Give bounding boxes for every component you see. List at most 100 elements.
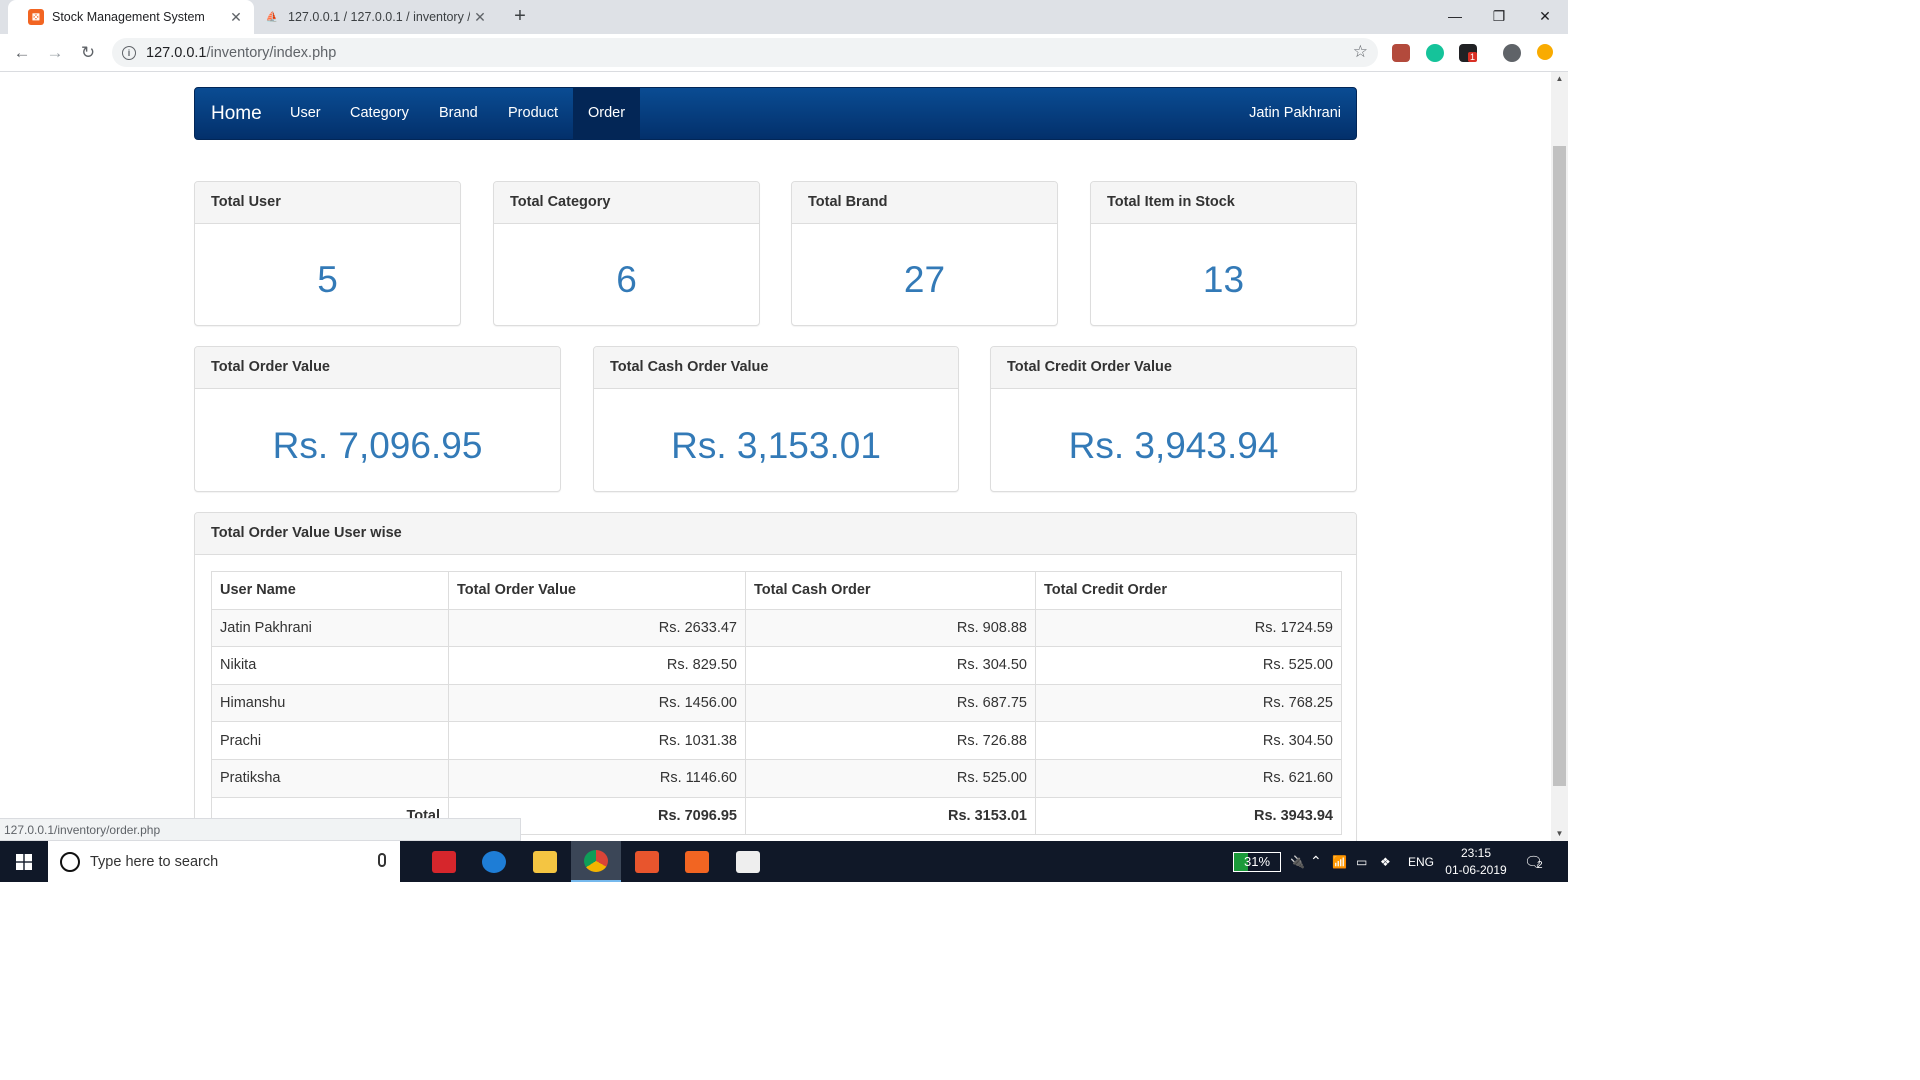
cell-user-name: Nikita	[211, 646, 449, 685]
xampp-favicon-icon: ⊠	[28, 9, 44, 25]
browser-tab-strip: ⊠ Stock Management System ✕ ⛵ 127.0.0.1 …	[0, 0, 1568, 34]
taskbar-app-sublime[interactable]	[622, 841, 672, 882]
nav-order-link[interactable]: Order	[573, 88, 641, 139]
site-info-icon[interactable]: i	[122, 45, 136, 60]
cell-user-name: Himanshu	[211, 683, 449, 723]
clapperboard-app-icon	[736, 850, 760, 873]
nav-home-link[interactable]: Home	[211, 103, 262, 125]
tab-close-icon[interactable]: ✕	[226, 9, 246, 26]
panel-value: Rs. 3,943.94	[1068, 425, 1279, 466]
cell-total-order: Rs. 1456.00	[448, 683, 746, 723]
total-credit-sum: Rs. 3943.94	[1035, 796, 1342, 836]
show-hidden-icons-chevron-icon[interactable]: ⌃	[1310, 841, 1322, 882]
microphone-icon[interactable]	[378, 853, 386, 867]
action-center-icon[interactable]: 🗨 2	[1524, 841, 1543, 882]
tab-stock-management[interactable]: ⊠ Stock Management System ✕	[8, 0, 254, 34]
cell-user-name: Pratiksha	[211, 758, 449, 798]
windows-logo-icon	[16, 853, 32, 870]
total-brand-panel: Total Brand 27	[791, 181, 1058, 326]
panel-heading: Total Order Value User wise	[195, 513, 1356, 555]
bookmark-star-icon[interactable]: ☆	[1353, 42, 1368, 62]
windows-taskbar: Type here to search 31% 🔌 ⌃ 📶 ▭ ❖ ENG 23…	[0, 841, 1568, 882]
total-credit-order-value-panel: Total Credit Order Value Rs. 3,943.94	[990, 346, 1357, 492]
taskbar-app-file-explorer[interactable]	[520, 841, 570, 882]
table-row: Nikita Rs. 829.50 Rs. 304.50 Rs. 525.00	[211, 646, 1342, 685]
address-bar[interactable]: i 127.0.0.1/inventory/index.php ☆	[112, 38, 1378, 67]
new-tab-button[interactable]: +	[509, 5, 531, 27]
cortana-icon	[60, 851, 80, 872]
cell-user-name: Prachi	[211, 721, 449, 760]
search-placeholder: Type here to search	[90, 853, 219, 870]
taskbar-search-box[interactable]: Type here to search	[48, 841, 400, 882]
nav-user-menu[interactable]: Jatin Pakhrani	[1249, 88, 1341, 139]
column-header-total-credit-order: Total Credit Order	[1035, 571, 1342, 610]
panel-heading: Total Cash Order Value	[594, 347, 958, 389]
cell-credit-order: Rs. 621.60	[1035, 758, 1342, 798]
panel-value: Rs. 7,096.95	[272, 425, 483, 466]
grammarly-extension-icon[interactable]	[1426, 44, 1444, 62]
total-order-value-panel: Total Order Value Rs. 7,096.95	[194, 346, 561, 492]
panel-value: 6	[616, 259, 637, 300]
panel-value: 5	[317, 259, 338, 300]
maximize-button[interactable]: ❐	[1476, 0, 1522, 32]
language-indicator[interactable]: ENG	[1408, 841, 1434, 882]
scroll-up-arrow-icon[interactable]: ▲	[1551, 72, 1568, 86]
nav-user-link[interactable]: User	[275, 88, 336, 139]
forward-arrow-icon[interactable]: →	[43, 41, 67, 65]
start-button[interactable]	[0, 841, 48, 882]
taskbar-app-edge[interactable]	[469, 841, 519, 882]
nav-brand-link[interactable]: Brand	[424, 88, 493, 139]
tab-phpmyadmin[interactable]: ⛵ 127.0.0.1 / 127.0.0.1 / inventory / ✕	[254, 0, 498, 34]
table-row: Jatin Pakhrani Rs. 2633.47 Rs. 908.88 Rs…	[211, 608, 1342, 648]
battery-percent: 31%	[1243, 854, 1271, 869]
chrome-app-icon	[584, 849, 608, 872]
user-wise-order-panel: Total Order Value User wise User Name To…	[194, 512, 1357, 841]
table-header-row: User Name Total Order Value Total Cash O…	[211, 571, 1342, 610]
column-header-total-cash-order: Total Cash Order	[745, 571, 1036, 610]
battery-saver-icon[interactable]: ▭	[1356, 841, 1367, 882]
folder-app-icon	[533, 850, 557, 873]
total-user-panel: Total User 5	[194, 181, 461, 326]
link-status-bubble: 127.0.0.1/inventory/order.php	[0, 818, 521, 841]
back-arrow-icon[interactable]: ←	[10, 41, 34, 65]
taskbar-app-chrome[interactable]	[571, 841, 621, 882]
wifi-icon[interactable]: 📶	[1332, 841, 1347, 882]
nav-category-link[interactable]: Category	[335, 88, 424, 139]
edge-app-icon	[482, 850, 506, 873]
nav-product-link[interactable]: Product	[493, 88, 573, 139]
cell-user-name: Jatin Pakhrani	[211, 608, 449, 648]
extension-badge: 1	[1468, 52, 1478, 62]
battery-indicator[interactable]: 31%	[1233, 852, 1281, 872]
close-window-button[interactable]: ✕	[1522, 0, 1568, 32]
cell-cash-order: Rs. 525.00	[745, 758, 1036, 798]
dropbox-icon[interactable]: ❖	[1380, 841, 1391, 882]
clock-time: 23:15	[1460, 846, 1492, 860]
scroll-down-arrow-icon[interactable]: ▼	[1551, 827, 1568, 841]
tab-close-icon[interactable]: ✕	[470, 9, 490, 26]
update-icon[interactable]	[1537, 44, 1553, 60]
cell-total-order: Rs. 1031.38	[448, 721, 746, 760]
taskbar-app-xampp[interactable]	[672, 841, 722, 882]
cell-cash-order: Rs. 908.88	[745, 608, 1036, 648]
reload-icon[interactable]: ↻	[76, 41, 100, 65]
panel-heading: Total Order Value	[195, 347, 560, 389]
taskbar-clock[interactable]: 23:15 01-06-2019	[1438, 845, 1514, 879]
extension-icon[interactable]: 1	[1459, 44, 1478, 62]
profile-avatar[interactable]	[1503, 44, 1521, 62]
taskbar-app-reader[interactable]	[419, 841, 469, 882]
power-plug-icon[interactable]: 🔌	[1290, 841, 1305, 882]
scrollbar-thumb[interactable]	[1553, 146, 1566, 786]
panel-heading: Total Category	[494, 182, 759, 224]
reader-app-icon	[432, 850, 456, 873]
tab-title: Stock Management System	[52, 10, 205, 24]
minimize-button[interactable]: —	[1432, 0, 1478, 32]
pdf-extension-icon[interactable]	[1392, 44, 1410, 62]
cell-total-order: Rs. 1146.60	[448, 758, 746, 798]
cell-cash-order: Rs. 726.88	[745, 721, 1036, 760]
clock-date: 01-06-2019	[1445, 863, 1507, 877]
url-text: 127.0.0.1/inventory/index.php	[146, 45, 336, 61]
cell-total-order: Rs. 829.50	[448, 646, 746, 685]
taskbar-app-video-editor[interactable]	[723, 841, 773, 882]
total-cash-order-value-panel: Total Cash Order Value Rs. 3,153.01	[593, 346, 959, 492]
tab-title: 127.0.0.1 / 127.0.0.1 / inventory /	[288, 10, 470, 24]
